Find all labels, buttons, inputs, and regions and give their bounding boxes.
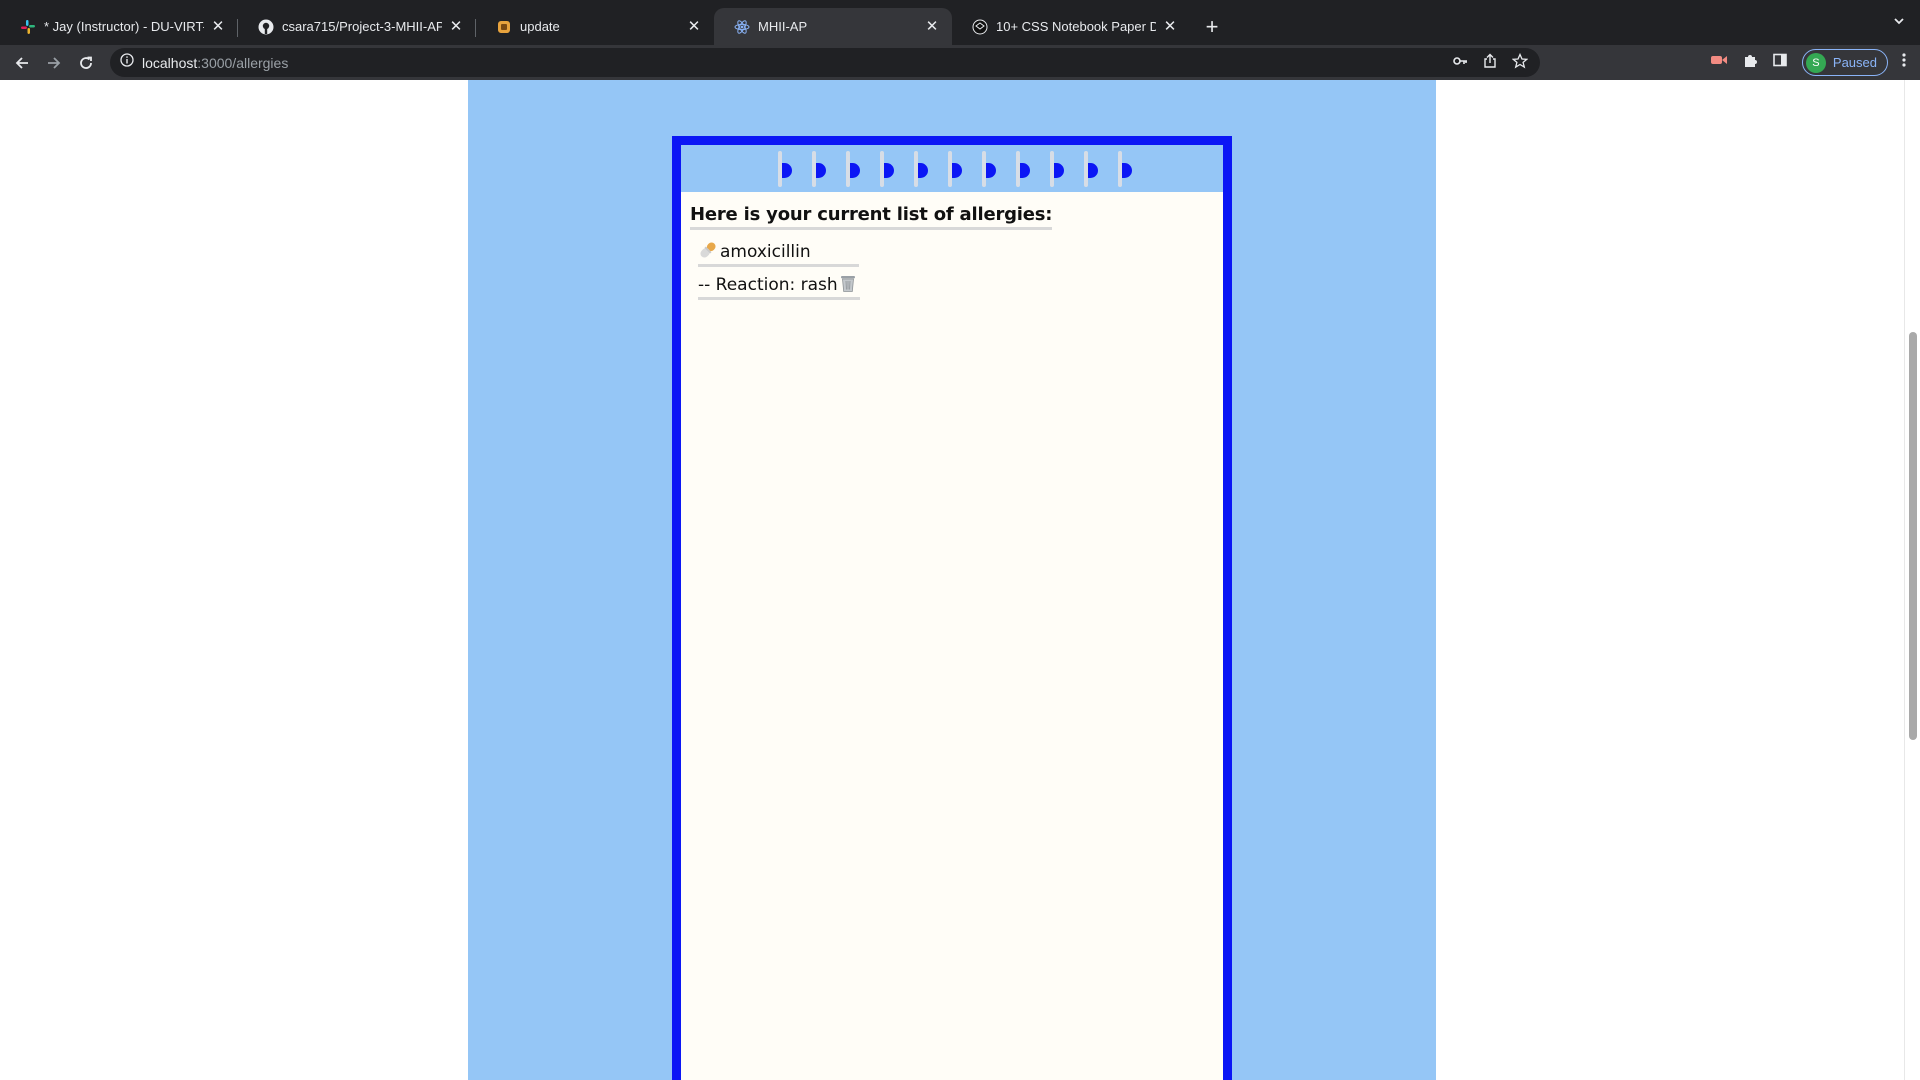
info-icon[interactable]	[120, 53, 134, 72]
close-icon[interactable]: ✕	[448, 18, 464, 35]
close-icon[interactable]: ✕	[686, 18, 702, 35]
kebab-menu-icon[interactable]	[1902, 52, 1906, 73]
chevron-down-icon[interactable]	[1892, 14, 1906, 33]
scrollbar-thumb[interactable]	[1909, 332, 1917, 740]
arrow-left-icon	[15, 56, 28, 69]
page-title: Here is your current list of allergies:	[690, 204, 1053, 230]
spiral-ring	[980, 151, 1016, 187]
tab-title: update	[520, 19, 560, 34]
tab-codepen[interactable]: 10+ CSS Notebook Paper Designs ✕	[952, 8, 1190, 45]
trash-icon[interactable]	[838, 273, 860, 293]
spiral-ring	[776, 151, 812, 187]
tab-slack[interactable]: * Jay (Instructor) - DU-VIRT-FSF-PT ✕	[0, 8, 238, 45]
spiral-ring	[946, 151, 982, 187]
url-text: localhost:3000/allergies	[142, 54, 289, 71]
share-icon[interactable]	[1482, 53, 1498, 74]
slack-icon	[20, 19, 36, 35]
close-icon[interactable]: ✕	[210, 18, 226, 35]
tab-title: * Jay (Instructor) - DU-VIRT-FSF-PT	[44, 19, 204, 34]
spiral-ring	[878, 151, 914, 187]
tab-github[interactable]: csara715/Project-3-MHII-AP ✕	[238, 8, 476, 45]
spiral-ring	[810, 151, 846, 187]
spiral-ring	[912, 151, 948, 187]
tab-strip: * Jay (Instructor) - DU-VIRT-FSF-PT ✕ cs…	[0, 0, 1920, 45]
react-icon	[734, 19, 750, 35]
close-icon[interactable]: ✕	[1162, 18, 1178, 35]
page-scrollbar[interactable]	[1904, 80, 1920, 1080]
key-icon[interactable]	[1452, 53, 1468, 74]
reaction-label: -- Reaction:	[698, 275, 801, 295]
tab-mhii-ap[interactable]: MHII-AP ✕	[714, 8, 952, 45]
tab-title: MHII-AP	[758, 19, 808, 34]
profile-status: Paused	[1832, 55, 1877, 70]
notebook-spiral-binding	[681, 145, 1223, 192]
side-panel-icon[interactable]	[1772, 52, 1788, 73]
bookmark-star-icon[interactable]	[1511, 52, 1529, 74]
allergy-list: amoxicillin -- Reaction: rash	[690, 240, 1223, 300]
spiral-ring	[1048, 151, 1084, 187]
spiral-ring	[1014, 151, 1050, 187]
forward-button[interactable]	[39, 48, 69, 78]
reload-button[interactable]	[71, 48, 101, 78]
spiral-ring	[844, 151, 880, 187]
profile-button[interactable]: S Paused	[1801, 49, 1888, 76]
list-item: amoxicillin -- Reaction: rash	[698, 240, 1223, 300]
reaction-row: -- Reaction: rash	[698, 273, 860, 300]
reload-icon	[80, 56, 92, 69]
reaction-value: rash	[800, 275, 838, 295]
notebook: Here is your current list of allergies:	[672, 136, 1232, 1080]
allergy-name: amoxicillin	[720, 242, 811, 262]
tab-title: csara715/Project-3-MHII-AP	[282, 19, 442, 34]
browser-toolbar: localhost:3000/allergies S Paused	[0, 45, 1920, 80]
allergy-name-row: amoxicillin	[698, 240, 859, 267]
codepen-icon	[972, 19, 988, 35]
spiral-ring	[1082, 151, 1118, 187]
tab-update[interactable]: update ✕	[476, 8, 714, 45]
back-button[interactable]	[7, 48, 37, 78]
postman-icon	[496, 19, 512, 35]
address-bar[interactable]: localhost:3000/allergies	[110, 48, 1540, 77]
close-icon[interactable]: ✕	[924, 18, 940, 35]
page-viewport: Here is your current list of allergies:	[0, 80, 1920, 1080]
new-tab-button[interactable]: +	[1194, 8, 1230, 45]
notebook-page: Here is your current list of allergies:	[681, 192, 1223, 300]
github-icon	[258, 19, 274, 35]
avatar: S	[1805, 52, 1826, 73]
spiral-ring	[1116, 151, 1152, 187]
tab-title: 10+ CSS Notebook Paper Designs	[996, 19, 1156, 34]
pill-icon	[698, 240, 720, 262]
extensions-puzzle-icon[interactable]	[1742, 52, 1758, 73]
screen-recorder-extension-icon[interactable]	[1710, 53, 1728, 72]
arrow-right-icon	[48, 56, 61, 69]
